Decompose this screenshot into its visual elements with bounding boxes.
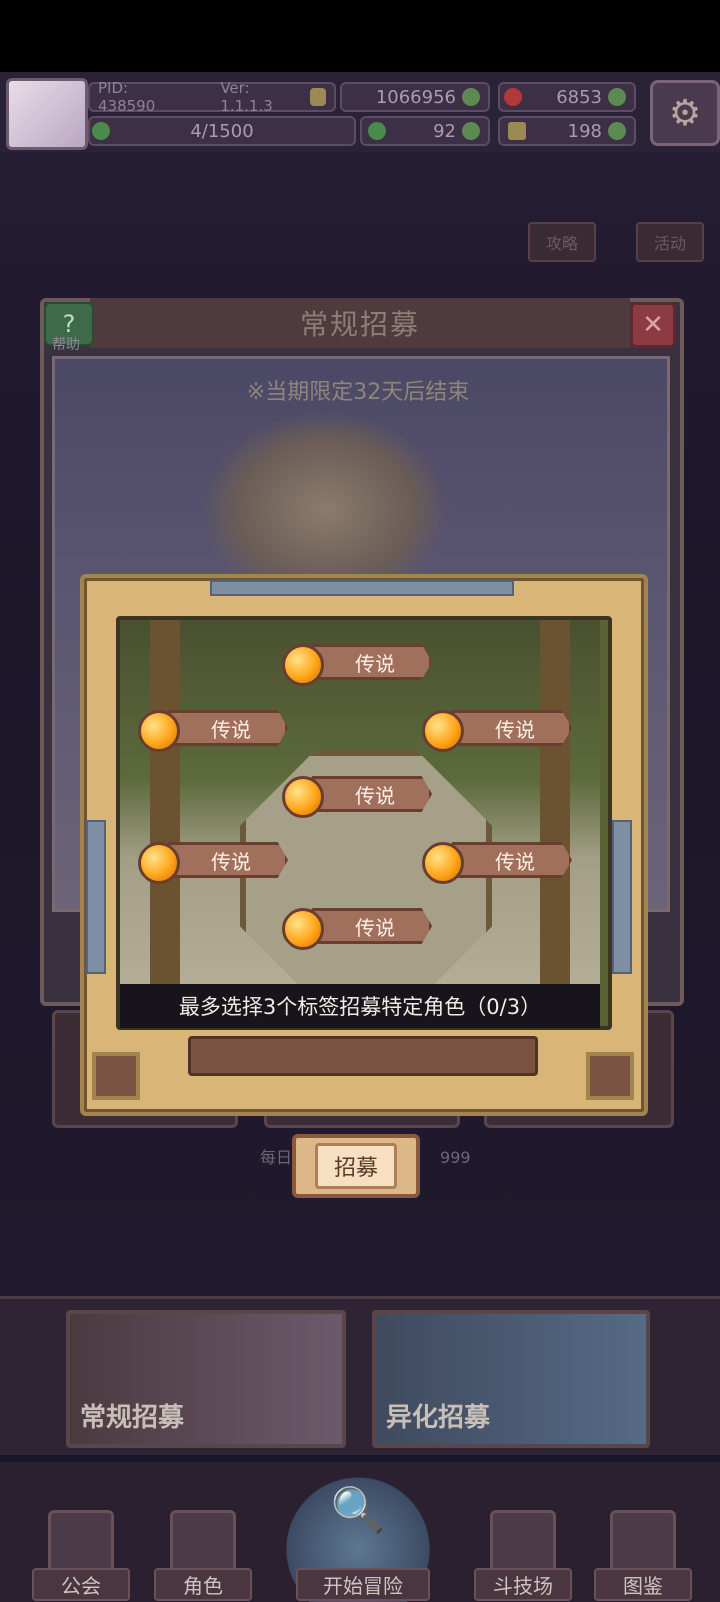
system-status-bar [0,0,720,72]
nav-arena-label: 斗技场 [474,1568,572,1601]
nav-guild[interactable]: 公会 [32,1500,130,1601]
tag-button[interactable]: 传说 [280,904,436,950]
modal-top-rail [210,580,514,596]
key-pill: 198 [498,116,636,146]
clover-value: 92 [433,120,456,142]
strategy-label: 攻略 [545,234,578,253]
tag-button[interactable]: 传说 [420,706,576,752]
key-icon [508,122,526,140]
tag-button[interactable]: 传说 [420,838,576,884]
red-gem-icon [504,88,522,106]
tag-scene-pillar-left [150,620,180,1018]
tag-button[interactable]: 传说 [136,706,292,752]
character-icon [170,1510,236,1576]
clover-progress-text: 4/1500 [190,120,254,142]
activity-button[interactable]: 活动 [636,222,704,262]
version-text: Ver: 1.1.1.3 [220,79,273,115]
nav-codex[interactable]: 图鉴 [594,1500,692,1601]
pid-version-pill: PID: 438590 Ver: 1.1.1.3 [88,79,336,115]
green-clover-icon [92,122,110,140]
mutation-recruit-label: 异化招募 [386,1403,491,1433]
normal-recruit-label: 常规招募 [80,1403,185,1433]
gem-value: 6853 [556,86,602,108]
nav-character[interactable]: 角色 [154,1500,252,1601]
recruit-button[interactable]: 招募 [292,1134,420,1198]
magnifier-icon: 🔍 [330,1485,386,1536]
nav-character-label: 角色 [154,1568,252,1601]
codex-icon [610,1510,676,1576]
modal-corner-right [586,1052,634,1100]
tag-button[interactable]: 传说 [136,838,292,884]
add-gems-icon[interactable] [608,88,626,106]
player-avatar[interactable] [6,78,88,150]
daily-count: 999 [440,1148,471,1167]
tag-button[interactable]: 传说 [280,772,436,818]
gold-coin-icon [309,88,326,106]
mutation-recruit-card[interactable]: 异化招募 [372,1310,650,1448]
clover-progress-pill: 4/1500 [88,116,356,146]
coin-pill: 1066956 [340,82,490,112]
modal-corner-left [92,1052,140,1100]
close-icon[interactable]: ✕ [630,302,676,348]
add-clovers-icon[interactable] [462,122,480,140]
tag-scene-pillar-right [540,620,570,1018]
strategy-button[interactable]: 攻略 [528,222,596,262]
crossed-swords-icon [490,1510,556,1576]
key-value: 198 [567,120,602,142]
guild-icon [48,1510,114,1576]
activity-label: 活动 [653,234,686,253]
add-coins-icon[interactable] [462,88,480,106]
daily-prefix: 每日 [260,1148,293,1167]
nav-guild-label: 公会 [32,1568,130,1601]
nav-arena[interactable]: 斗技场 [474,1500,572,1601]
clover-pill: 92 [360,116,490,146]
pid-text: PID: 438590 [98,79,156,115]
add-keys-icon[interactable] [608,122,626,140]
help-label: 帮助 [52,337,80,353]
nav-codex-label: 图鉴 [594,1568,692,1601]
gem-pill: 6853 [498,82,636,112]
normal-recruit-card[interactable]: 常规招募 [66,1310,346,1448]
settings-gear-icon[interactable]: ⚙ [650,80,720,146]
dialog-title: 常规招募 [90,298,630,348]
tag-hint: 最多选择3个标签招募特定角色（0/3） [120,984,600,1028]
modal-left-rail [86,820,106,974]
clover-icon [368,122,386,140]
modal-right-rail [612,820,632,974]
coin-value: 1066956 [375,86,456,108]
recruit-button-label: 招募 [314,1143,397,1189]
selected-tags-bar [188,1036,538,1076]
limited-notice: ※当期限定32天后结束 [246,380,470,405]
tag-button[interactable]: 传说 [280,640,436,686]
start-adventure-label: 开始冒险 [296,1568,430,1601]
